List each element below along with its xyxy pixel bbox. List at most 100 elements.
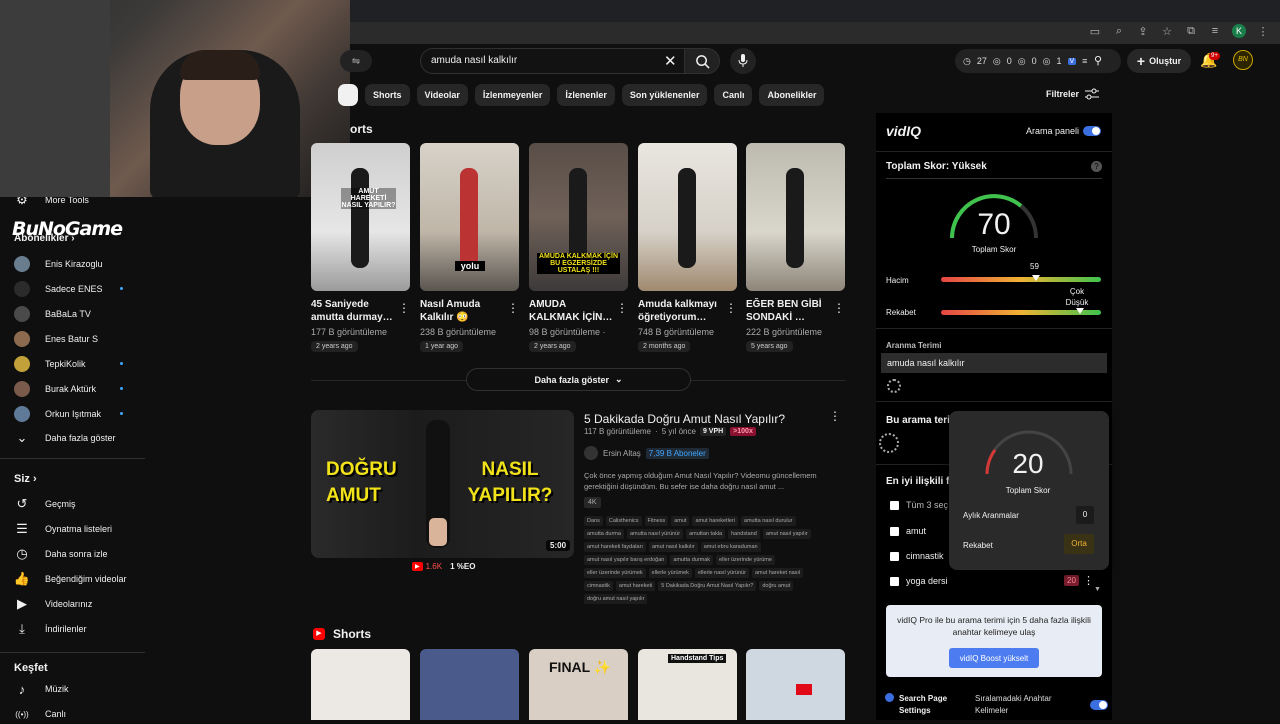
- video-tag[interactable]: amut nasıl kalkılır: [648, 542, 698, 552]
- short-more-icon[interactable]: ⋮: [833, 301, 845, 315]
- voice-search-button[interactable]: [730, 48, 756, 74]
- trophy-icon[interactable]: ⚲: [1094, 54, 1102, 67]
- search-page-settings-label[interactable]: Search Page Settings: [899, 693, 959, 717]
- sidebar-item-playlist[interactable]: ☰ Oynatma listeleri: [14, 519, 112, 539]
- sidebar-channel[interactable]: TepkiKolik: [14, 354, 123, 374]
- short-card[interactable]: EĞER BEN GİBİ SONDAKİ … 222 B görüntüleme…: [746, 143, 845, 352]
- sidebar-channel[interactable]: Burak Aktürk: [14, 379, 123, 399]
- short-thumbnail[interactable]: [311, 649, 410, 720]
- video-channel[interactable]: Ersin Altaş 7,39 B Aboneler: [584, 446, 709, 460]
- video-tag[interactable]: amut hareketleri: [692, 516, 738, 526]
- video-tag[interactable]: amutta durmak: [670, 555, 714, 565]
- short-more-icon[interactable]: ⋮: [725, 301, 737, 315]
- video-tag[interactable]: amut ebru karaduman: [700, 542, 761, 552]
- sidebar-channel[interactable]: Enis Kirazoglu: [14, 254, 103, 274]
- short-thumbnail[interactable]: yolu: [420, 143, 519, 291]
- panel-toggle[interactable]: [1083, 126, 1101, 136]
- short-title[interactable]: 45 Saniyede amutta durmay…: [311, 298, 410, 324]
- short-card[interactable]: Amuda kalkmayı öğretiyorum… 748 B görüntü…: [638, 143, 737, 352]
- short-more-icon[interactable]: ⋮: [398, 301, 410, 315]
- clear-search-icon[interactable]: ✕: [664, 52, 677, 70]
- video-tag[interactable]: amutta nasıl yürünür: [626, 529, 684, 539]
- short-title[interactable]: Amuda kalkmayı öğretiyorum…: [638, 298, 737, 324]
- video-tag[interactable]: 5 Dakikada Doğru Amut Nasıl Yapılır?: [658, 581, 757, 591]
- chip-all[interactable]: [338, 84, 358, 106]
- short-more-icon[interactable]: ⋮: [507, 301, 519, 315]
- short-more-icon[interactable]: ⋮: [616, 301, 628, 315]
- short-thumbnail[interactable]: [746, 649, 845, 720]
- sidebar-item-video[interactable]: ▶ Videolarınız: [14, 594, 92, 614]
- scroll-down-icon[interactable]: ▼: [1094, 586, 1101, 593]
- video-tag[interactable]: amutta durma: [584, 529, 624, 539]
- video-tag[interactable]: amut hareketi faydaları: [584, 542, 646, 552]
- video-tag[interactable]: amut hareketi: [615, 581, 656, 591]
- short-thumbnail[interactable]: AMUT HAREKETİ NASIL YAPILIR?: [311, 143, 410, 291]
- short-thumbnail[interactable]: [746, 143, 845, 291]
- keyword-checkbox[interactable]: [890, 552, 899, 561]
- video-tag[interactable]: ellerle yürümek: [648, 568, 692, 578]
- video-title[interactable]: 5 Dakikada Doğru Amut Nasıl Yapılır?: [584, 412, 785, 426]
- video-tag[interactable]: Dans: [584, 516, 603, 526]
- video-tag[interactable]: eller üzerinde yürümek: [584, 568, 646, 578]
- short-thumbnail[interactable]: Handstand Tips: [638, 649, 737, 720]
- video-tag[interactable]: doğru amut nasıl yapılır: [584, 594, 648, 604]
- sidebar-item-download[interactable]: ⤓ İndirilenler: [14, 619, 86, 639]
- chip-0[interactable]: Shorts: [365, 84, 410, 106]
- sidebar-channel[interactable]: Orkun Işıtmak: [14, 404, 123, 424]
- video-tag[interactable]: cimnastik: [584, 581, 613, 591]
- video-tag[interactable]: Calisthenics: [605, 516, 642, 526]
- boost-upgrade-button[interactable]: vidIQ Boost yükselt: [949, 648, 1039, 668]
- video-thumbnail[interactable]: DOĞRU AMUT NASIL YAPILIR?: [311, 410, 574, 558]
- search-filter-button[interactable]: ⇋: [340, 50, 372, 72]
- video-tag[interactable]: ellerle nasıl yürünür: [694, 568, 749, 578]
- video-tag[interactable]: amuttan takla: [686, 529, 726, 539]
- create-button[interactable]: + Oluştur: [1127, 49, 1191, 73]
- vidiq-icon[interactable]: V: [1067, 57, 1077, 65]
- chip-4[interactable]: Son yüklenenler: [621, 84, 708, 106]
- sidebar-channel[interactable]: Enes Batur S: [14, 329, 98, 349]
- zoom-icon[interactable]: ⌕: [1112, 24, 1126, 38]
- sidebar-channel[interactable]: BaBaLa TV: [14, 304, 91, 324]
- profile-avatar[interactable]: K: [1232, 24, 1246, 38]
- short-thumbnail[interactable]: [638, 143, 737, 291]
- keyword-checkbox[interactable]: [890, 577, 899, 586]
- sidebar-item-clock[interactable]: ◷ Daha sonra izle: [14, 544, 107, 564]
- search-button[interactable]: [684, 48, 720, 74]
- chip-5[interactable]: Canlı: [714, 84, 753, 106]
- chip-2[interactable]: İzlenmeyenler: [474, 84, 551, 106]
- keyword-checkbox[interactable]: [890, 527, 899, 536]
- list-icon[interactable]: ≡: [1082, 56, 1087, 66]
- chip-3[interactable]: İzlenenler: [557, 84, 615, 106]
- video-tag[interactable]: handstand: [728, 529, 760, 539]
- video-tag[interactable]: doğru amut: [759, 581, 794, 591]
- filters-button[interactable]: Filtreler: [1046, 88, 1100, 100]
- bookmark-icon[interactable]: ☆: [1160, 24, 1174, 38]
- user-avatar[interactable]: BN: [1233, 50, 1253, 70]
- browser-menu-icon[interactable]: ⋮: [1256, 24, 1270, 38]
- media-icon[interactable]: ≡: [1208, 24, 1222, 38]
- chip-1[interactable]: Videolar: [416, 84, 468, 106]
- ranking-keywords-toggle[interactable]: [1090, 700, 1108, 710]
- video-tag[interactable]: eller üzerinde yürüme: [716, 555, 775, 565]
- extensions-icon[interactable]: ⧉: [1184, 24, 1198, 38]
- sidebar-item-thumbs-up[interactable]: 👍 Beğendiğim videolar: [14, 569, 127, 589]
- video-tag[interactable]: amut hareket nasıl: [751, 568, 804, 578]
- cast-icon[interactable]: ▭: [1088, 24, 1102, 38]
- video-tag[interactable]: amut nasıl yapılır barış erdoğan: [584, 555, 668, 565]
- sidebar-item-history[interactable]: ↺ Geçmiş: [14, 494, 76, 514]
- sidebar-item-live[interactable]: ((•)) Canlı: [14, 704, 66, 724]
- video-more-icon[interactable]: ⋮: [829, 409, 841, 423]
- video-tag[interactable]: amut: [671, 516, 690, 526]
- short-thumbnail[interactable]: [420, 649, 519, 720]
- sidebar-item-music[interactable]: ♪ Müzik: [14, 679, 69, 699]
- video-tag[interactable]: Fitness: [644, 516, 669, 526]
- short-title[interactable]: EĞER BEN GİBİ SONDAKİ …: [746, 298, 845, 324]
- video-tag[interactable]: amutta nasıl durulur: [740, 516, 796, 526]
- you-header[interactable]: Siz ›: [14, 473, 37, 485]
- short-title[interactable]: AMUDA KALKMAK İÇİN…: [529, 298, 628, 324]
- short-card[interactable]: AMUDA KALKMAK İÇİN BU EGZERSİZDE USTALAŞ…: [529, 143, 628, 352]
- chip-6[interactable]: Abonelikler: [759, 84, 825, 106]
- show-more-shorts-button[interactable]: Daha fazla göster ⌄: [466, 368, 691, 391]
- keyword-more-icon[interactable]: ⋮: [1083, 574, 1094, 587]
- show-more-subscriptions[interactable]: ⌄ Daha fazla göster: [14, 428, 116, 448]
